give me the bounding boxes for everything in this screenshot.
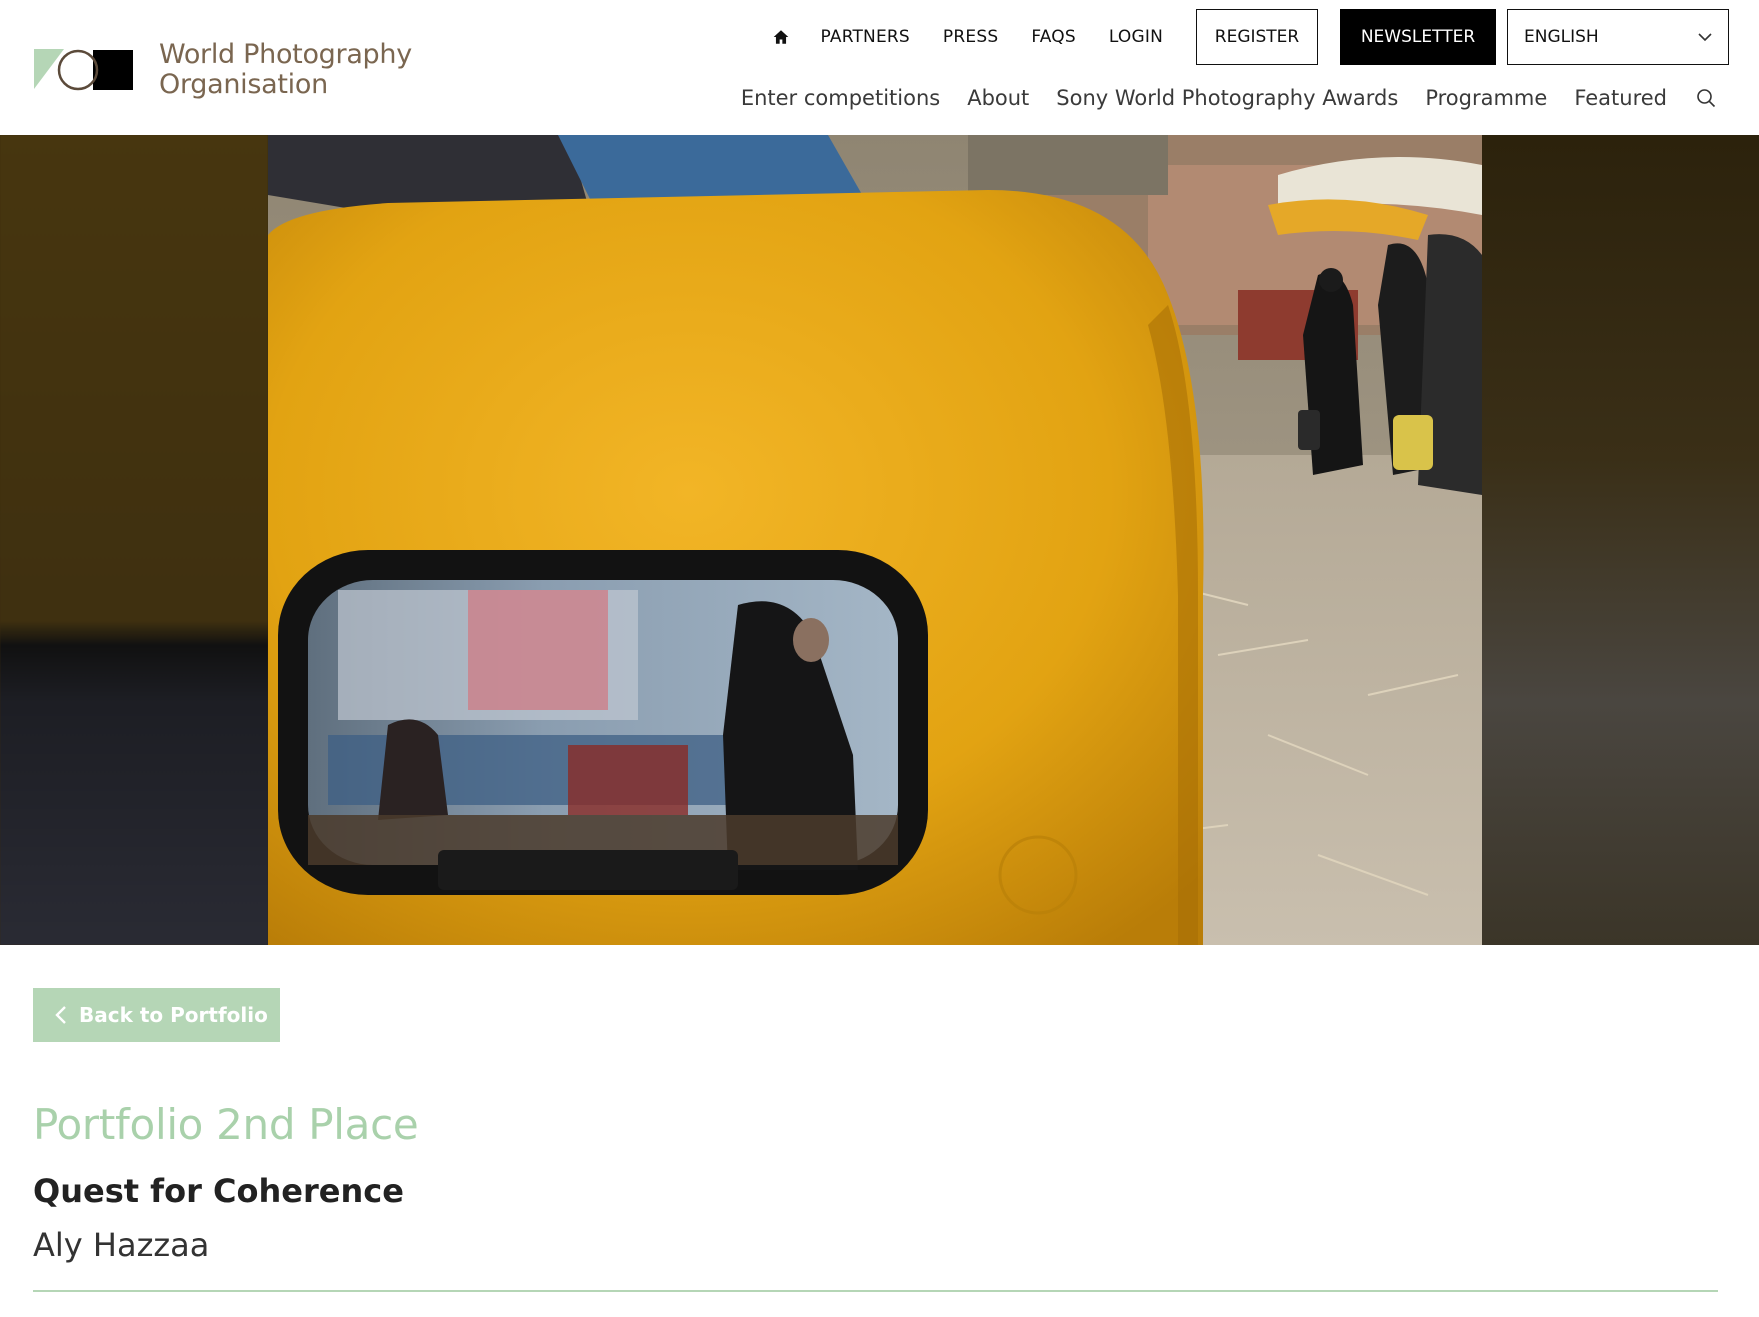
logo-line-2: Organisation (159, 69, 328, 100)
nav-faqs[interactable]: FAQS (1031, 27, 1076, 47)
award-placing: Portfolio 2nd Place (33, 1100, 419, 1149)
nav-enter-competitions[interactable]: Enter competitions (741, 86, 940, 110)
series-title: Quest for Coherence (33, 1172, 404, 1210)
site-header: World Photography Organisation PARTNERS … (0, 0, 1759, 135)
nav-about[interactable]: About (967, 86, 1029, 110)
back-to-portfolio-button[interactable]: Back to Portfolio (33, 988, 280, 1042)
main-nav: Enter competitions About Sony World Phot… (714, 86, 1717, 110)
hero-image-area (0, 135, 1759, 945)
search-icon (1697, 89, 1716, 108)
hero-blur-right (1482, 135, 1759, 945)
chevron-down-icon (1698, 32, 1712, 41)
hero-blur-left (0, 135, 268, 945)
logo-mark-icon (34, 49, 133, 91)
home-icon (773, 30, 788, 44)
utility-nav: PARTNERS PRESS FAQS LOGIN REGISTER NEWSL… (772, 9, 1729, 65)
newsletter-button[interactable]: NEWSLETTER (1340, 9, 1496, 65)
nav-programme[interactable]: Programme (1425, 86, 1547, 110)
logo-text: World Photography Organisation (159, 40, 412, 100)
chevron-left-icon (55, 1005, 67, 1025)
nav-sony-awards[interactable]: Sony World Photography Awards (1056, 86, 1398, 110)
hero-photograph[interactable] (268, 135, 1482, 945)
register-button[interactable]: REGISTER (1196, 9, 1318, 65)
nav-press[interactable]: PRESS (943, 27, 998, 47)
logo-line-1: World Photography (159, 39, 412, 70)
language-value: ENGLISH (1524, 27, 1599, 47)
section-divider (33, 1290, 1718, 1292)
back-to-portfolio-label: Back to Portfolio (79, 1003, 268, 1027)
nav-login[interactable]: LOGIN (1109, 27, 1163, 47)
nav-featured[interactable]: Featured (1574, 86, 1667, 110)
photo-illustration (268, 135, 1482, 945)
search-button[interactable] (1695, 87, 1717, 109)
home-link[interactable] (772, 28, 788, 46)
language-select[interactable]: ENGLISH (1507, 9, 1729, 65)
site-logo[interactable]: World Photography Organisation (34, 40, 412, 100)
nav-partners[interactable]: PARTNERS (821, 27, 910, 47)
photographer-name[interactable]: Aly Hazzaa (33, 1226, 209, 1264)
